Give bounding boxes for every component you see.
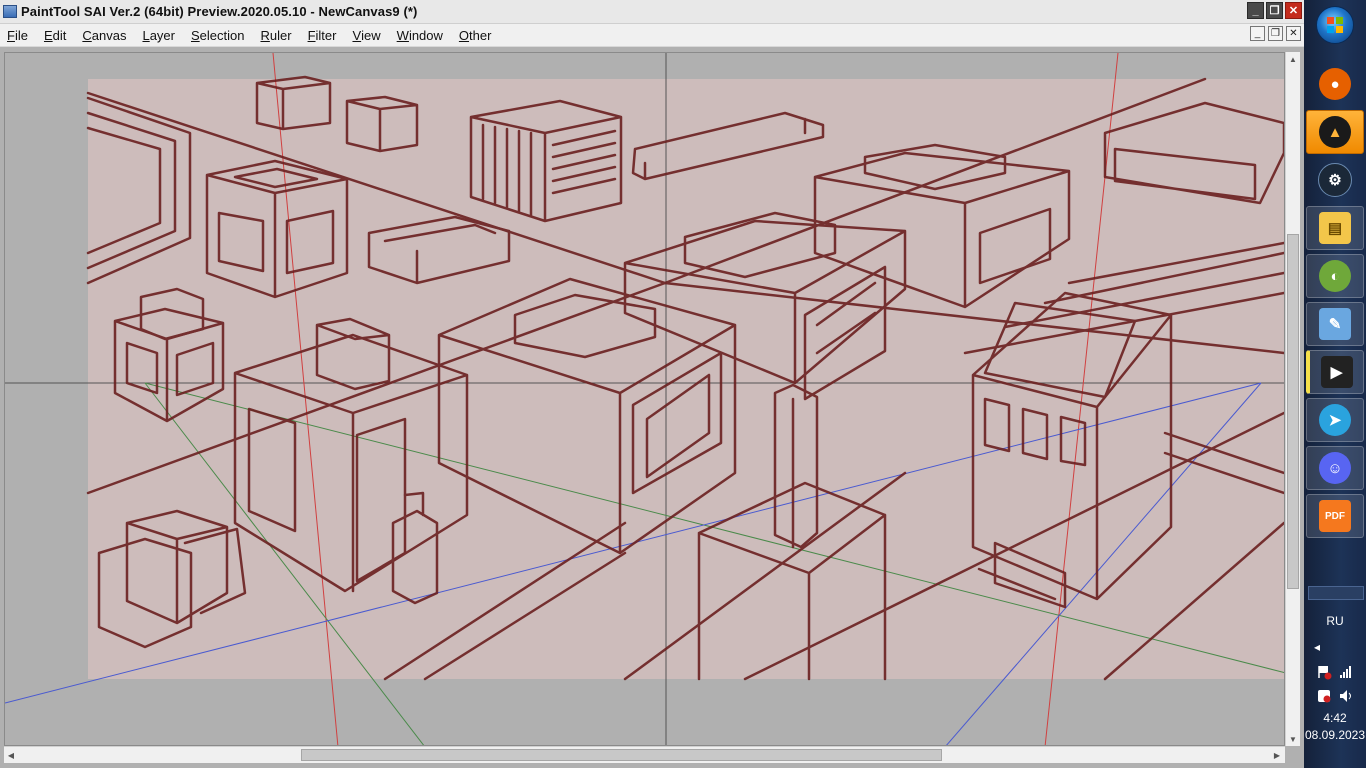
taskbar-scroller[interactable]: [1308, 586, 1364, 600]
menu-ruler[interactable]: Ruler: [253, 24, 300, 46]
taskbar-media-player[interactable]: ▶: [1306, 350, 1364, 394]
canvas-workspace[interactable]: [4, 52, 1285, 746]
taskbar-melon[interactable]: ◐: [1306, 254, 1364, 298]
menu-view[interactable]: View: [345, 24, 389, 46]
menu-edit[interactable]: Edit: [37, 24, 75, 46]
maximize-button[interactable]: ❐: [1266, 2, 1283, 19]
scroll-up-button[interactable]: ▲: [1286, 52, 1300, 66]
title-bar: PaintTool SAI Ver.2 (64bit) Preview.2020…: [0, 0, 1304, 24]
menu-other[interactable]: Other: [452, 24, 501, 46]
scroll-right-button[interactable]: ▶: [1270, 748, 1284, 762]
taskbar: ● ▲ ⚙ ▤ ◐ ✎ ▶ ➤ ☺ PDF RU ◂ 4:42 08.09.20…: [1304, 0, 1366, 768]
vertical-scroll-thumb[interactable]: [1287, 234, 1299, 589]
network-icon[interactable]: [1338, 664, 1354, 680]
horizontal-scroll-thumb[interactable]: [301, 749, 942, 761]
taskbar-notepad[interactable]: ✎: [1306, 302, 1364, 346]
menu-selection[interactable]: Selection: [184, 24, 253, 46]
file-explorer-icon: ▤: [1319, 212, 1351, 244]
clock-date[interactable]: 08.09.2023: [1304, 728, 1366, 742]
scroll-down-button[interactable]: ▼: [1286, 732, 1300, 746]
taskbar-telegram[interactable]: ➤: [1306, 398, 1364, 442]
volume-icon[interactable]: [1338, 688, 1354, 704]
canvas-minimize-button[interactable]: _: [1250, 26, 1265, 41]
taskbar-discord[interactable]: ☺: [1306, 446, 1364, 490]
menu-canvas[interactable]: Canvas: [75, 24, 135, 46]
media-player-icon: ▶: [1320, 356, 1353, 388]
menu-window[interactable]: Window: [390, 24, 452, 46]
notepad-icon: ✎: [1319, 308, 1351, 340]
taskbar-steam[interactable]: ⚙: [1306, 158, 1364, 202]
canvas-restore-button[interactable]: ❐: [1268, 26, 1283, 41]
taskbar-firefox[interactable]: ●: [1306, 62, 1364, 106]
discord-icon: ☺: [1319, 452, 1351, 484]
firefox-icon: ●: [1319, 68, 1351, 100]
action-center-flag-icon[interactable]: [1316, 664, 1332, 680]
menu-file[interactable]: File: [0, 24, 37, 46]
minimize-button[interactable]: _: [1247, 2, 1264, 19]
canvas-close-button[interactable]: ✕: [1286, 26, 1301, 41]
window-title: PaintTool SAI Ver.2 (64bit) Preview.2020…: [21, 4, 418, 19]
menu-bar: File Edit Canvas Layer Selection Ruler F…: [0, 24, 1304, 47]
melon-icon: ◐: [1319, 260, 1351, 292]
start-button[interactable]: [1316, 6, 1354, 44]
menu-filter[interactable]: Filter: [301, 24, 346, 46]
telegram-icon: ➤: [1319, 404, 1351, 436]
language-indicator[interactable]: RU: [1304, 614, 1366, 628]
vertical-scrollbar[interactable]: ▲ ▼: [1285, 52, 1300, 746]
red-guide-2: [1044, 53, 1119, 745]
pdf-reader-icon: PDF: [1319, 500, 1351, 532]
horizontal-scrollbar[interactable]: ◀ ▶: [4, 746, 1285, 763]
taskbar-pdf-reader[interactable]: PDF: [1306, 494, 1364, 538]
taskbar-file-explorer[interactable]: ▤: [1306, 206, 1364, 250]
windows-logo-icon: [1327, 17, 1343, 33]
tray-expand-icon[interactable]: ◂: [1304, 640, 1366, 654]
scroll-left-button[interactable]: ◀: [4, 748, 18, 762]
green-guide-2: [144, 382, 1284, 674]
tray-app-icon[interactable]: [1316, 688, 1332, 704]
clock-time[interactable]: 4:42: [1304, 711, 1366, 725]
blue-guide-2: [946, 382, 1262, 745]
close-button[interactable]: ✕: [1285, 2, 1302, 19]
menu-layer[interactable]: Layer: [135, 24, 184, 46]
app-icon: [3, 5, 17, 18]
taskbar-artrage[interactable]: ▲: [1306, 110, 1364, 154]
perspective-sketch: [5, 53, 1284, 745]
steam-icon: ⚙: [1318, 163, 1352, 197]
artrage-icon: ▲: [1319, 116, 1351, 148]
